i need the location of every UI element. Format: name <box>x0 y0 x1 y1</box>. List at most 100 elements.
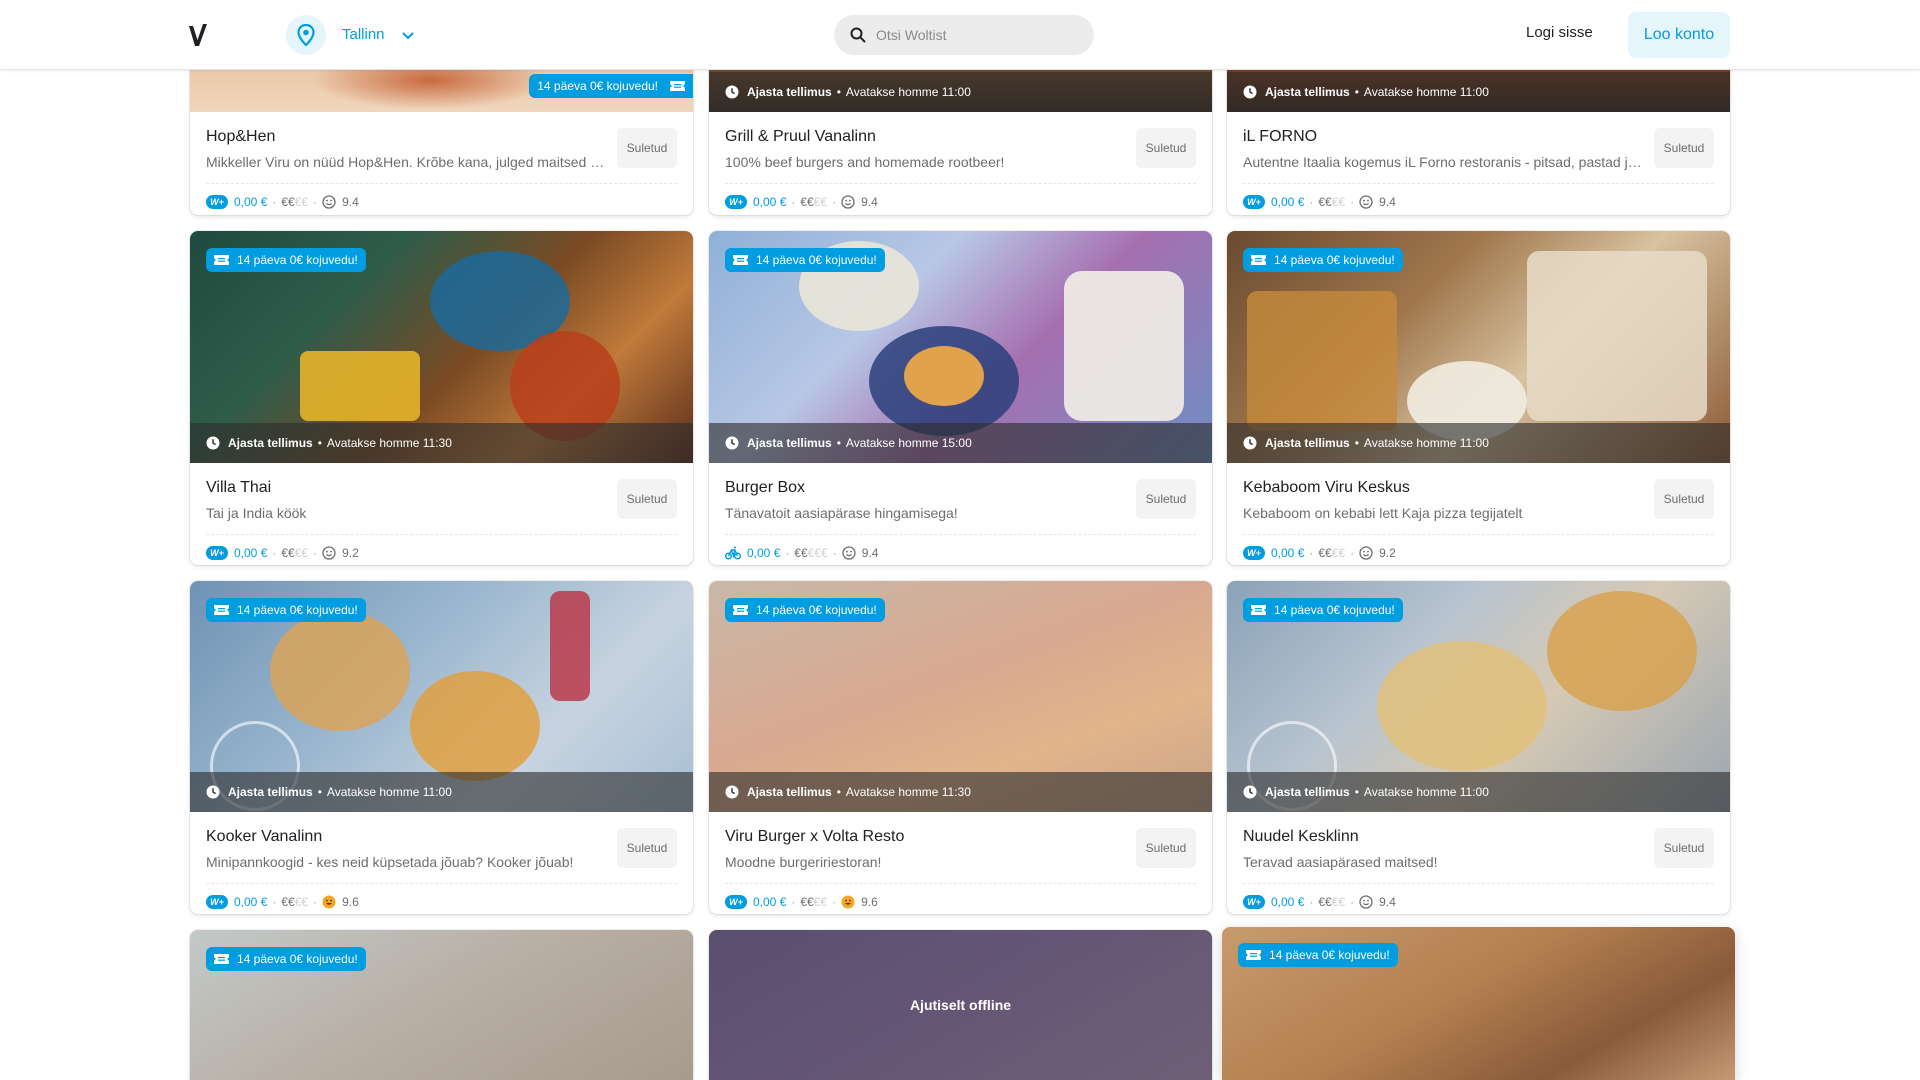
ticket-icon <box>733 605 748 615</box>
opening-time: Avatakse homme 11:00 <box>1363 785 1489 799</box>
restaurant-image: 14 päeva 0€ kojuvedu! Ajasta tellimus • A… <box>709 231 1212 463</box>
restaurant-image: 14 päeva 0€ kojuvedu! Ajasta tellimus • A… <box>190 581 693 812</box>
delivery-fee: 0,00 € <box>234 195 268 209</box>
closed-badge: Suletud <box>1136 828 1196 868</box>
delivery-fee: 0,00 € <box>1271 546 1305 560</box>
search-bar[interactable] <box>834 15 1094 55</box>
promo-label: 14 päeva 0€ kojuvedu! <box>237 603 358 617</box>
smile-icon <box>1359 195 1373 209</box>
clock-icon <box>1243 785 1257 799</box>
divider <box>1243 534 1714 535</box>
wolt-plus-icon: W+ <box>725 895 747 909</box>
delivery-fee: 0,00 € <box>753 195 787 209</box>
chevron-down-icon[interactable] <box>400 27 416 43</box>
restaurant-description: Mikkeller Viru on nüüd Hop&Hen. Krõbe ka… <box>206 154 606 170</box>
free-delivery-badge: 14 päeva 0€ kojuvedu! <box>529 74 693 98</box>
opening-time: Avatakse homme 11:00 <box>1363 85 1489 99</box>
rating: 9.4 <box>342 195 359 209</box>
promo-label: 14 päeva 0€ kojuvedu! <box>756 603 877 617</box>
location-name[interactable]: Tallinn <box>342 26 385 43</box>
restaurant-card-row4-3[interactable]: 14 päeva 0€ kojuvedu! <box>1222 927 1735 1080</box>
ticket-icon <box>214 954 229 964</box>
clock-icon <box>725 785 739 799</box>
delivery-fee: 0,00 € <box>1271 195 1305 209</box>
offline-label: Ajutiselt offline <box>709 930 1212 1080</box>
schedule-bar: Ajasta tellimus • Avatakse homme 11:00 <box>190 772 693 812</box>
delivery-fee: 0,00 € <box>747 546 781 560</box>
wolt-plus-icon: W+ <box>1243 546 1265 560</box>
restaurant-card-viru-burger[interactable]: 14 päeva 0€ kojuvedu! Ajasta tellimus • A… <box>709 581 1212 914</box>
schedule-label[interactable]: Ajasta tellimus <box>747 436 832 450</box>
free-delivery-badge: 14 päeva 0€ kojuvedu! <box>1243 248 1403 272</box>
free-delivery-badge: 14 päeva 0€ kojuvedu! <box>206 598 366 622</box>
search-icon <box>850 27 866 43</box>
restaurant-card-row4-2[interactable]: Ajutiselt offline <box>709 930 1212 1080</box>
divider <box>725 183 1196 184</box>
delivery-fee: 0,00 € <box>234 895 268 909</box>
restaurant-card-kebaboom[interactable]: 14 päeva 0€ kojuvedu! Ajasta tellimus • A… <box>1227 231 1730 565</box>
free-delivery-badge: 14 päeva 0€ kojuvedu! <box>725 598 885 622</box>
ticket-icon <box>214 255 229 265</box>
wolt-plus-icon: W+ <box>1243 195 1265 209</box>
smile-icon <box>842 546 856 560</box>
wolt-logo-icon[interactable] <box>188 22 210 48</box>
price-level: €€€€ <box>1318 546 1346 560</box>
ticket-icon <box>214 605 229 615</box>
restaurant-description: Autentne Itaalia kogemus iL Forno restor… <box>1243 154 1643 170</box>
rating: 9.4 <box>861 195 878 209</box>
happy-face-icon <box>322 895 336 909</box>
rating: 9.4 <box>1379 195 1396 209</box>
rating: 9.6 <box>861 895 878 909</box>
free-delivery-badge: 14 päeva 0€ kojuvedu! <box>206 248 366 272</box>
restaurant-card-nuudel[interactable]: 14 päeva 0€ kojuvedu! Ajasta tellimus • A… <box>1227 581 1730 914</box>
closed-badge: Suletud <box>617 128 677 168</box>
clock-icon <box>725 85 739 99</box>
free-delivery-badge: 14 päeva 0€ kojuvedu! <box>1238 943 1398 967</box>
search-input[interactable] <box>876 27 1076 43</box>
promo-label: 14 päeva 0€ kojuvedu! <box>237 952 358 966</box>
ticket-icon <box>1251 255 1266 265</box>
location-pin-icon[interactable] <box>286 15 326 55</box>
promo-label: 14 päeva 0€ kojuvedu! <box>1274 603 1395 617</box>
divider <box>206 883 677 884</box>
divider <box>206 183 677 184</box>
restaurant-image: 14 päeva 0€ kojuvedu! Ajasta tellimus • A… <box>1227 581 1730 812</box>
schedule-label[interactable]: Ajasta tellimus <box>228 785 313 799</box>
opening-time: Avatakse homme 11:30 <box>326 436 452 450</box>
restaurant-name: Kooker Vanalinn <box>206 828 323 845</box>
promo-label: 14 päeva 0€ kojuvedu! <box>756 253 877 267</box>
free-delivery-badge: 14 päeva 0€ kojuvedu! <box>725 248 885 272</box>
signup-button[interactable]: Loo konto <box>1628 12 1730 58</box>
restaurant-name: Viru Burger x Volta Resto <box>725 828 905 845</box>
schedule-label[interactable]: Ajasta tellimus <box>228 436 313 450</box>
restaurant-meta: W+ 0,00 € · €€€€ · 9.4 <box>1243 192 1396 212</box>
schedule-label[interactable]: Ajasta tellimus <box>747 785 832 799</box>
wolt-plus-icon: W+ <box>206 895 228 909</box>
restaurant-name: Grill & Pruul Vanalinn <box>725 128 876 145</box>
opening-time: Avatakse homme 11:00 <box>326 785 452 799</box>
price-level: €€€€ <box>281 546 309 560</box>
closed-badge: Suletud <box>617 828 677 868</box>
delivery-fee: 0,00 € <box>1271 895 1305 909</box>
restaurant-card-row4-1[interactable]: 14 päeva 0€ kojuvedu! <box>190 930 693 1080</box>
closed-badge: Suletud <box>617 479 677 519</box>
restaurant-card-burger-box[interactable]: 14 päeva 0€ kojuvedu! Ajasta tellimus • A… <box>709 231 1212 565</box>
restaurant-image: 14 päeva 0€ kojuvedu! <box>1222 927 1735 1080</box>
promo-label: 14 päeva 0€ kojuvedu! <box>537 79 658 93</box>
login-button[interactable]: Logi sisse <box>1526 24 1593 41</box>
schedule-label[interactable]: Ajasta tellimus <box>1265 785 1350 799</box>
closed-badge: Suletud <box>1136 479 1196 519</box>
restaurant-name: Nuudel Kesklinn <box>1243 828 1359 845</box>
wolt-plus-icon: W+ <box>725 195 747 209</box>
smile-icon <box>841 195 855 209</box>
restaurant-card-villa-thai[interactable]: 14 päeva 0€ kojuvedu! Ajasta tellimus • A… <box>190 231 693 565</box>
promo-label: 14 päeva 0€ kojuvedu! <box>1274 253 1395 267</box>
schedule-label[interactable]: Ajasta tellimus <box>747 85 832 99</box>
schedule-label[interactable]: Ajasta tellimus <box>1265 85 1350 99</box>
schedule-label[interactable]: Ajasta tellimus <box>1265 436 1350 450</box>
restaurant-image: 14 päeva 0€ kojuvedu! Ajasta tellimus • A… <box>1227 231 1730 463</box>
restaurant-card-kooker[interactable]: 14 päeva 0€ kojuvedu! Ajasta tellimus • A… <box>190 581 693 914</box>
divider <box>1243 883 1714 884</box>
restaurant-description: Moodne burgeririestoran! <box>725 854 882 870</box>
schedule-bar: Ajasta tellimus • Avatakse homme 11:00 <box>709 72 1212 112</box>
